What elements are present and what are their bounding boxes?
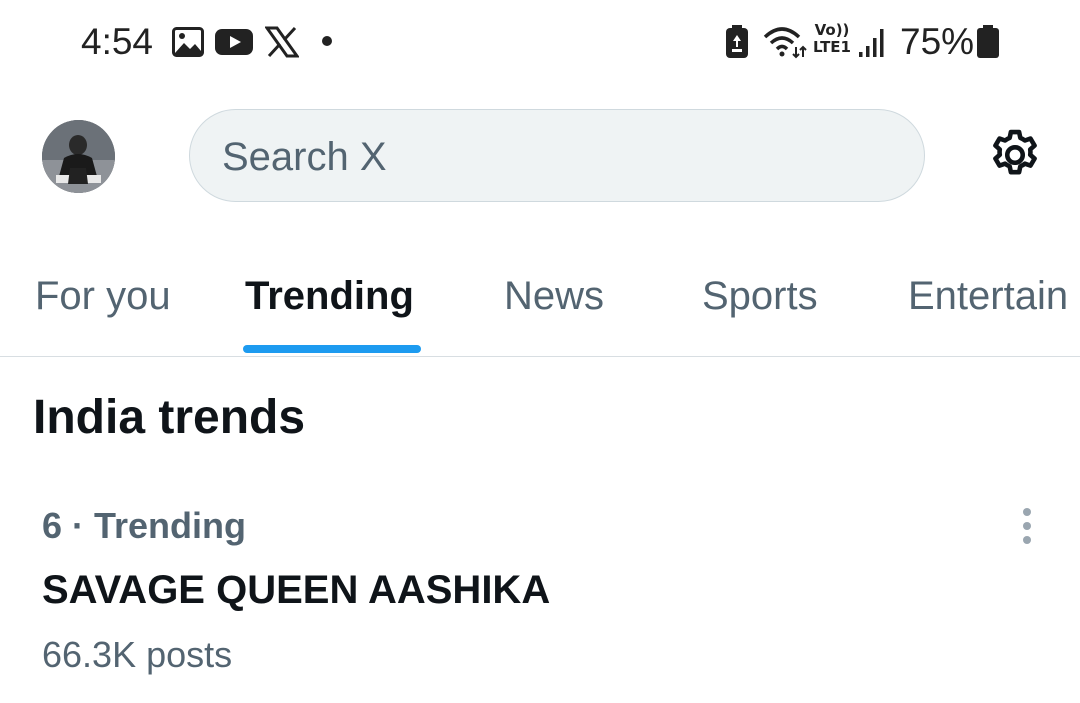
x-icon [265, 26, 299, 58]
avatar-photo [42, 120, 115, 193]
trend-name: SAVAGE QUEEN AASHIKA [42, 568, 551, 612]
gallery-icon [172, 27, 204, 57]
avatar[interactable] [42, 120, 115, 193]
volte-line1: Vo)) [814, 21, 850, 39]
dot-icon [322, 36, 332, 46]
gear-icon[interactable] [986, 126, 1044, 184]
search-placeholder: Search X [222, 135, 387, 179]
trend-post-count: 66.3K posts [42, 634, 233, 675]
wifi-icon [763, 27, 807, 59]
search-input[interactable]: Search X [189, 109, 925, 202]
volte-icon: Vo)) LTE1 [810, 22, 854, 60]
youtube-icon [215, 29, 253, 55]
tab-for-you[interactable]: For you [35, 274, 171, 319]
status-bar: 4:54 Vo)) LTE1 75% [0, 0, 1080, 84]
volte-line2: LTE1 [813, 38, 851, 56]
section-title: India trends [33, 391, 306, 444]
active-tab-indicator [243, 345, 421, 353]
tab-bar: For you Trending News Sports Entertain [0, 250, 1080, 357]
signal-icon [859, 29, 884, 57]
tab-sports[interactable]: Sports [702, 274, 818, 319]
battery-saver-icon [726, 25, 748, 58]
trend-meta: 6 · Trending [42, 505, 247, 546]
tab-entertainment[interactable]: Entertain [908, 274, 1068, 319]
tab-trending[interactable]: Trending [245, 274, 414, 319]
status-time: 4:54 [81, 21, 154, 62]
battery-percent: 75% [900, 21, 975, 62]
tab-news[interactable]: News [504, 274, 604, 319]
battery-icon [977, 25, 999, 58]
more-options-icon[interactable] [1014, 506, 1040, 546]
